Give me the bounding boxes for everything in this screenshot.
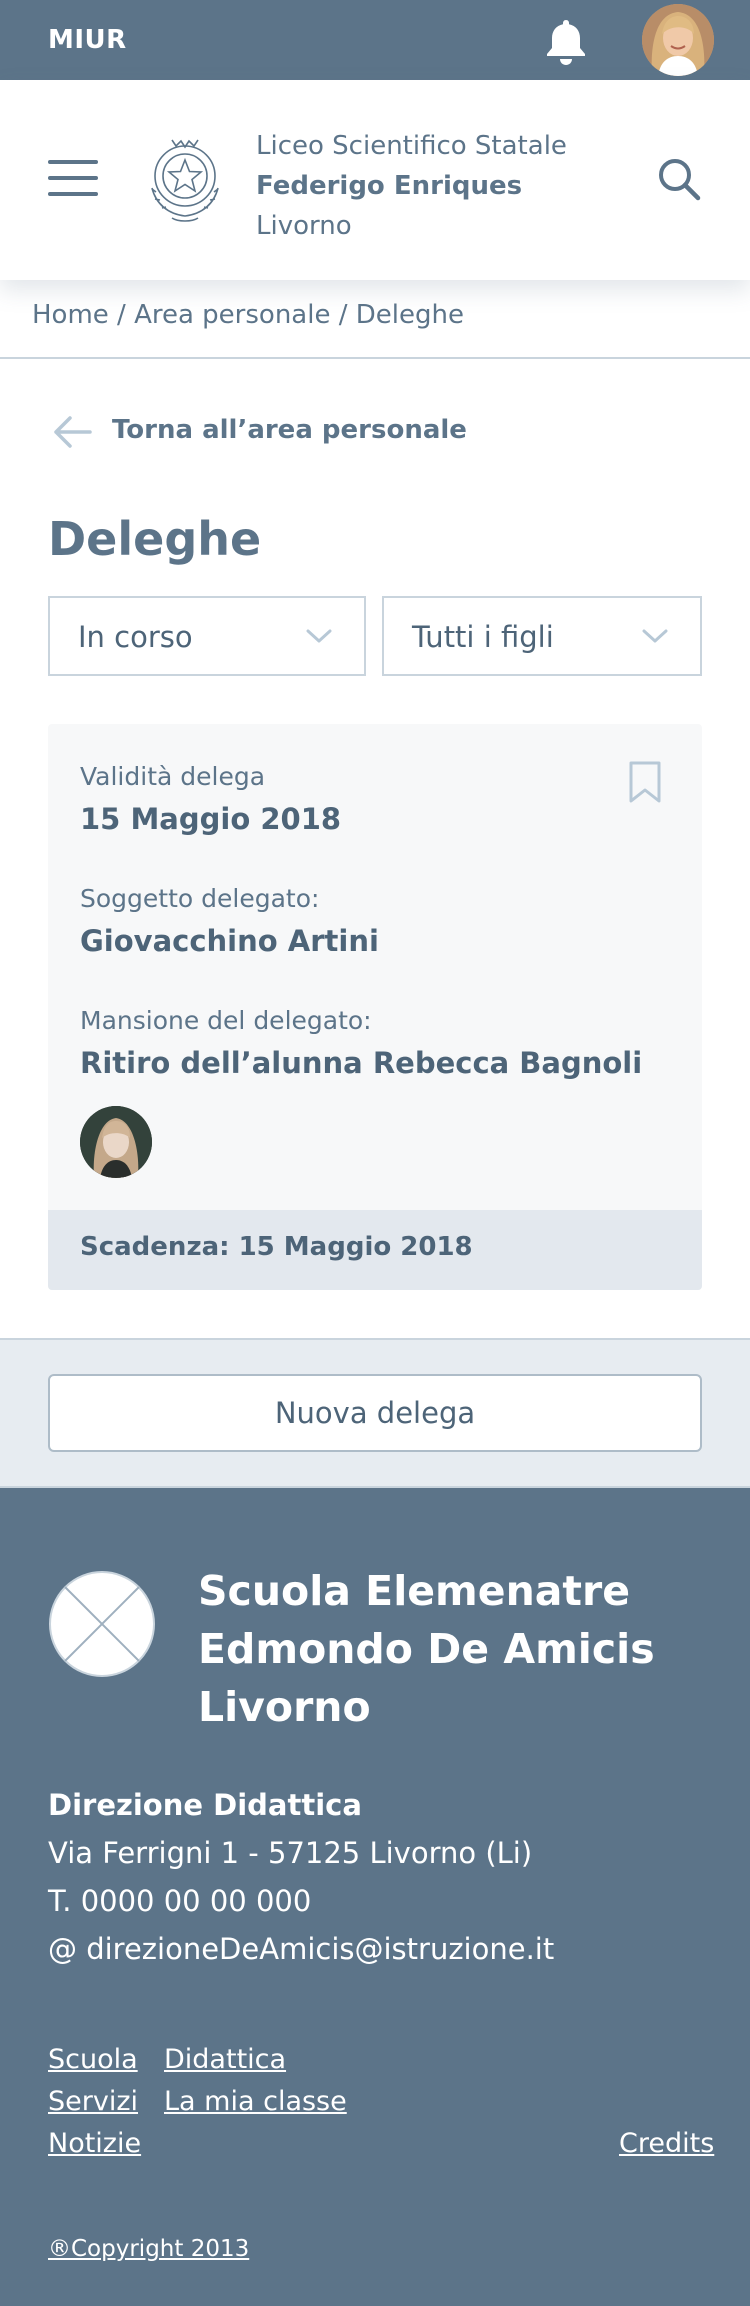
direction-heading: Direzione Didattica: [48, 1788, 362, 1822]
status-filter-value: In corso: [78, 620, 193, 654]
footer-link-notizie[interactable]: Notizie: [48, 2128, 141, 2159]
chevron-down-icon: [642, 629, 668, 643]
school-city: Livorno: [256, 211, 352, 241]
breadcrumb-area-personale[interactable]: Area personale: [134, 300, 330, 330]
footer-email: @ direzioneDeAmicis@istruzione.it: [48, 1932, 555, 1966]
school-title: Federigo Enriques: [256, 171, 523, 201]
children-filter-value: Tutti i figli: [412, 620, 554, 654]
footer-phone: T. 0000 00 00 000: [48, 1884, 312, 1918]
footer-link-la-mia-classe[interactable]: La mia classe: [164, 2086, 347, 2117]
task-label: Mansione del delegato:: [80, 1006, 372, 1035]
breadcrumb: Home / Area personale / Deleghe: [32, 300, 464, 330]
footer-link-servizi[interactable]: Servizi: [48, 2086, 138, 2117]
student-avatar: [80, 1106, 152, 1178]
site-footer: Scuola Elemenatre Edmondo De Amicis Livo…: [0, 1488, 750, 2306]
breadcrumb-divider: [0, 357, 750, 359]
footer-copyright-link[interactable]: ®Copyright 2013: [48, 2236, 249, 2262]
breadcrumb-home[interactable]: Home: [32, 300, 109, 330]
school-logo-placeholder-icon: [48, 1570, 156, 1678]
hamburger-menu-icon[interactable]: [48, 160, 98, 196]
footer-address: Via Ferrigni 1 - 57125 Livorno (Li): [48, 1836, 533, 1870]
bookmark-icon[interactable]: [628, 760, 662, 808]
footer-school-name: Scuola Elemenatre Edmondo De Amicis Livo…: [198, 1562, 655, 1736]
italian-republic-emblem-icon[interactable]: [142, 130, 228, 226]
site-header: Liceo Scientifico Statale Federigo Enriq…: [0, 80, 750, 280]
breadcrumb-deleghe[interactable]: Deleghe: [356, 300, 464, 330]
footer-link-didattica[interactable]: Didattica: [164, 2044, 286, 2075]
footer-school-line2: Edmondo De Amicis: [198, 1625, 655, 1673]
subject-label: Soggetto delegato:: [80, 884, 320, 913]
miur-brand[interactable]: MIUR: [48, 25, 127, 55]
footer-link-credits[interactable]: Credits: [619, 2128, 714, 2159]
search-icon[interactable]: [656, 156, 704, 204]
notifications-bell-icon[interactable]: [540, 16, 592, 68]
breadcrumb-separator: /: [108, 300, 135, 330]
page-title: Deleghe: [48, 512, 262, 566]
school-type: Liceo Scientifico Statale: [256, 131, 567, 161]
back-link-label: Torna all’area personale: [112, 415, 467, 445]
validity-value: 15 Maggio 2018: [80, 802, 342, 836]
breadcrumb-separator: /: [330, 300, 356, 330]
school-name: Liceo Scientifico Statale Federigo Enriq…: [256, 126, 567, 246]
footer-link-scuola[interactable]: Scuola: [48, 2044, 138, 2075]
delega-card[interactable]: Validità delega 15 Maggio 2018 Soggetto …: [48, 724, 702, 1290]
footer-school-line1: Scuola Elemenatre: [198, 1567, 631, 1615]
expiry-date: Scadenza: 15 Maggio 2018: [80, 1232, 473, 1262]
task-value: Ritiro dell’alunna Rebecca Bagnoli: [80, 1046, 643, 1080]
user-avatar[interactable]: [642, 4, 714, 76]
delega-card-footer: Scadenza: 15 Maggio 2018: [48, 1210, 702, 1290]
chevron-down-icon: [306, 629, 332, 643]
action-bar: Nuova delega: [0, 1338, 750, 1488]
children-filter-select[interactable]: Tutti i figli: [382, 596, 702, 676]
subject-value: Giovacchino Artini: [80, 924, 379, 958]
new-delega-button[interactable]: Nuova delega: [48, 1374, 702, 1452]
top-bar: MIUR: [0, 0, 750, 80]
status-filter-select[interactable]: In corso: [48, 596, 366, 676]
validity-label: Validità delega: [80, 762, 266, 791]
footer-school-line3: Livorno: [198, 1683, 371, 1731]
